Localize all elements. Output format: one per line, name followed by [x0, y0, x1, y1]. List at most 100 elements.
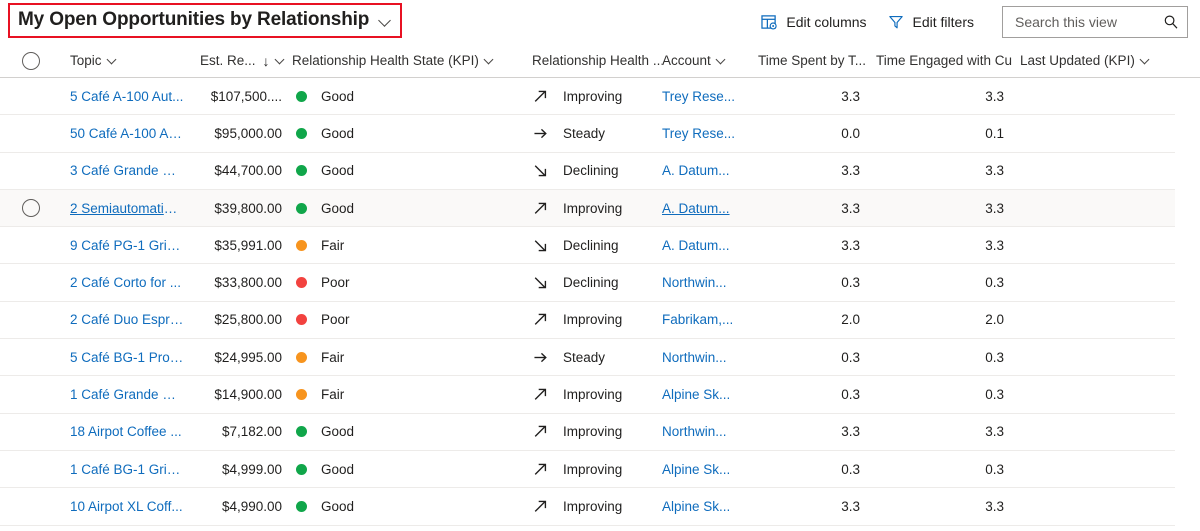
row-select-cell[interactable] — [0, 348, 62, 366]
account-link[interactable]: Trey Rese... — [662, 126, 735, 141]
edit-filters-button[interactable]: Edit filters — [877, 5, 984, 39]
cell-topic[interactable]: 5 Café BG-1 Pro ... — [62, 350, 192, 365]
table-row[interactable]: 3 Café Grande Es...$44,700.00GoodDeclini… — [0, 153, 1175, 190]
cell-account[interactable]: Trey Rese... — [662, 89, 750, 104]
topic-link[interactable]: 50 Café A-100 Au... — [70, 126, 184, 141]
account-link[interactable]: Northwin... — [662, 275, 727, 290]
column-header-account[interactable]: Account — [662, 53, 750, 68]
column-header-topic[interactable]: Topic — [62, 53, 192, 68]
cell-topic[interactable]: 2 Café Duo Espre... — [62, 312, 192, 327]
account-link[interactable]: Trey Rese... — [662, 89, 735, 104]
account-link[interactable]: A. Datum... — [662, 163, 730, 178]
account-link[interactable]: Fabrikam,... — [662, 312, 733, 327]
table-row[interactable]: 2 Semiautomatic ...$39,800.00GoodImprovi… — [0, 190, 1175, 227]
column-header-health-state[interactable]: Relationship Health State (KPI) — [290, 53, 520, 68]
row-select-cell[interactable] — [0, 162, 62, 180]
table-row[interactable]: 1 Café Grande Es...$14,900.00FairImprovi… — [0, 376, 1175, 413]
cell-topic[interactable]: 2 Semiautomatic ... — [62, 201, 192, 216]
chevron-down-icon[interactable] — [379, 14, 392, 27]
search-box[interactable] — [1002, 6, 1188, 38]
table-row[interactable]: 10 Airpot XL Coff...$4,990.00GoodImprovi… — [0, 488, 1175, 525]
row-select-cell[interactable] — [0, 199, 62, 217]
column-header-time-spent[interactable]: Time Spent by T... — [750, 53, 868, 68]
row-select-cell[interactable] — [0, 497, 62, 515]
chevron-down-icon[interactable] — [275, 55, 286, 66]
cell-account[interactable]: Trey Rese... — [662, 126, 750, 141]
topic-link[interactable]: 10 Airpot XL Coff... — [70, 499, 183, 514]
chevron-down-icon[interactable] — [1140, 55, 1151, 66]
cell-topic[interactable]: 1 Café Grande Es... — [62, 387, 192, 402]
column-header-health-trend[interactable]: Relationship Health ... — [520, 53, 662, 68]
row-select-cell[interactable] — [0, 124, 62, 142]
account-link[interactable]: A. Datum... — [662, 238, 730, 253]
table-row[interactable]: 2 Café Corto for ...$33,800.00PoorDeclin… — [0, 264, 1175, 301]
est-revenue-value: $25,800.00 — [214, 312, 282, 327]
cell-topic[interactable]: 18 Airpot Coffee ... — [62, 424, 192, 439]
selection-circle-icon[interactable] — [22, 52, 40, 70]
time-engaged-value: 0.3 — [985, 350, 1004, 365]
column-header-time-engaged[interactable]: Time Engaged with Cust... — [868, 53, 1012, 68]
cell-account[interactable]: A. Datum... — [662, 238, 750, 253]
cell-account[interactable]: Alpine Sk... — [662, 462, 750, 477]
cell-topic[interactable]: 2 Café Corto for ... — [62, 275, 192, 290]
topic-link[interactable]: 2 Café Duo Espre... — [70, 312, 184, 327]
account-link[interactable]: Northwin... — [662, 424, 727, 439]
topic-link[interactable]: 2 Semiautomatic ... — [70, 201, 184, 216]
account-link[interactable]: Alpine Sk... — [662, 462, 730, 477]
topic-link[interactable]: 5 Café BG-1 Pro ... — [70, 350, 184, 365]
cell-topic[interactable]: 10 Airpot XL Coff... — [62, 499, 192, 514]
topic-link[interactable]: 1 Café BG-1 Grin... — [70, 462, 184, 477]
topic-link[interactable]: 1 Café Grande Es... — [70, 387, 184, 402]
topic-link[interactable]: 9 Café PG-1 Grin... — [70, 238, 184, 253]
row-select-cell[interactable] — [0, 87, 62, 105]
row-select-cell[interactable] — [0, 460, 62, 478]
account-link[interactable]: Alpine Sk... — [662, 499, 730, 514]
table-row[interactable]: 50 Café A-100 Au...$95,000.00GoodSteadyT… — [0, 115, 1175, 152]
chevron-down-icon[interactable] — [716, 55, 727, 66]
cell-account[interactable]: Northwin... — [662, 424, 750, 439]
search-input[interactable] — [1013, 13, 1163, 31]
cell-account[interactable]: A. Datum... — [662, 163, 750, 178]
cell-topic[interactable]: 50 Café A-100 Au... — [62, 126, 192, 141]
row-select-cell[interactable] — [0, 423, 62, 441]
search-icon[interactable] — [1163, 14, 1179, 30]
table-row[interactable]: 2 Café Duo Espre...$25,800.00PoorImprovi… — [0, 302, 1175, 339]
row-select-cell[interactable] — [0, 386, 62, 404]
topic-link[interactable]: 18 Airpot Coffee ... — [70, 424, 182, 439]
selection-circle-icon[interactable] — [22, 199, 40, 217]
row-select-cell[interactable] — [0, 236, 62, 254]
cell-account[interactable]: Alpine Sk... — [662, 499, 750, 514]
topic-link[interactable]: 5 Café A-100 Aut... — [70, 89, 183, 104]
cell-account[interactable]: A. Datum... — [662, 201, 750, 216]
cell-topic[interactable]: 9 Café PG-1 Grin... — [62, 238, 192, 253]
time-engaged-value: 3.3 — [985, 499, 1004, 514]
column-header-last-updated[interactable]: Last Updated (KPI) — [1012, 53, 1172, 68]
chevron-down-icon[interactable] — [484, 55, 495, 66]
chevron-down-icon[interactable] — [107, 55, 118, 66]
row-select-cell[interactable] — [0, 311, 62, 329]
cell-topic[interactable]: 5 Café A-100 Aut... — [62, 89, 192, 104]
table-row[interactable]: 5 Café BG-1 Pro ...$24,995.00FairSteadyN… — [0, 339, 1175, 376]
select-all-cell[interactable] — [0, 52, 62, 70]
account-link[interactable]: A. Datum... — [662, 201, 730, 216]
cell-account[interactable]: Alpine Sk... — [662, 387, 750, 402]
cell-account[interactable]: Fabrikam,... — [662, 312, 750, 327]
cell-topic[interactable]: 1 Café BG-1 Grin... — [62, 462, 192, 477]
topic-link[interactable]: 2 Café Corto for ... — [70, 275, 181, 290]
topic-link[interactable]: 3 Café Grande Es... — [70, 163, 184, 178]
account-link[interactable]: Alpine Sk... — [662, 387, 730, 402]
health-state-label: Good — [321, 126, 354, 141]
cell-topic[interactable]: 3 Café Grande Es... — [62, 163, 192, 178]
cell-account[interactable]: Northwin... — [662, 350, 750, 365]
row-select-cell[interactable] — [0, 274, 62, 292]
view-selector[interactable]: My Open Opportunities by Relationship — [8, 3, 402, 38]
table-row[interactable]: 1 Café BG-1 Grin...$4,999.00GoodImprovin… — [0, 451, 1175, 488]
account-link[interactable]: Northwin... — [662, 350, 727, 365]
table-row[interactable]: 5 Café A-100 Aut...$107,500....GoodImpro… — [0, 78, 1175, 115]
health-trend-label: Improving — [563, 462, 622, 477]
table-row[interactable]: 9 Café PG-1 Grin...$35,991.00FairDeclini… — [0, 227, 1175, 264]
column-header-est-revenue[interactable]: Est. Re... ↓ — [192, 53, 290, 68]
edit-columns-button[interactable]: Edit columns — [750, 5, 876, 39]
table-row[interactable]: 18 Airpot Coffee ...$7,182.00GoodImprovi… — [0, 414, 1175, 451]
cell-account[interactable]: Northwin... — [662, 275, 750, 290]
